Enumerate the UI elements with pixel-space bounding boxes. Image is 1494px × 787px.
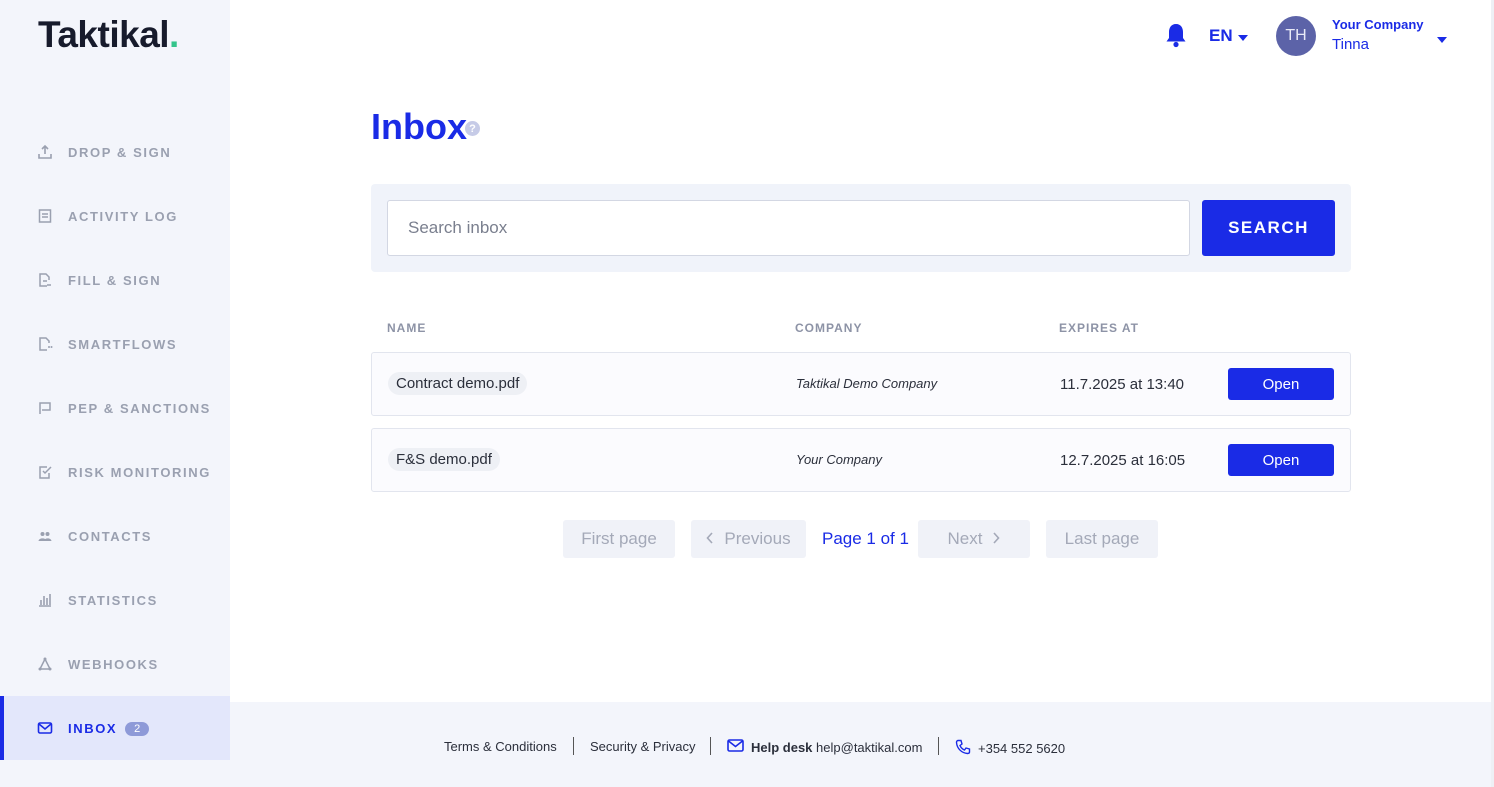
first-page-button[interactable]: First page [563, 520, 675, 558]
taktikal-logo[interactable]: Taktikal. [38, 14, 179, 56]
inbox-count-badge: 2 [125, 721, 150, 736]
sidebar-item-activity-log[interactable]: ACTIVITY LOG [0, 184, 230, 248]
file-name: Contract demo.pdf [388, 372, 528, 395]
sidebar-item-contacts[interactable]: CONTACTS [0, 504, 230, 568]
last-page-button[interactable]: Last page [1046, 520, 1158, 558]
sidebar-item-inbox[interactable]: INBOX 2 [0, 696, 230, 760]
chevron-down-icon [1237, 26, 1248, 46]
avatar[interactable]: TH [1276, 16, 1316, 56]
column-header-expires: EXPIRES AT [1059, 321, 1140, 335]
sidebar-item-label: WEBHOOKS [68, 656, 159, 672]
language-selector[interactable]: EN [1209, 26, 1248, 46]
helpdesk-link[interactable]: Help desk help@taktikal.com [727, 739, 922, 755]
open-button[interactable]: Open [1228, 368, 1334, 400]
logo-text: Taktikal [38, 14, 170, 55]
sidebar-item-pep-sanctions[interactable]: PEP & SANCTIONS [0, 376, 230, 440]
sidebar-item-statistics[interactable]: STATISTICS [0, 568, 230, 632]
open-button[interactable]: Open [1228, 444, 1334, 476]
terms-link[interactable]: Terms & Conditions [444, 739, 557, 754]
sidebar-item-drop-sign[interactable]: DROP & SIGN [0, 120, 230, 184]
mail-icon [727, 739, 744, 755]
page-indicator: Page 1 of 1 [822, 529, 909, 548]
helpdesk-label: Help desk [751, 739, 813, 755]
chevron-left-icon [706, 529, 714, 549]
file-name: F&S demo.pdf [388, 448, 500, 471]
footer: Terms & Conditions Security & Privacy He… [230, 702, 1494, 787]
sidebar-item-label: CONTACTS [68, 528, 153, 544]
sidebar-item-webhooks[interactable]: WEBHOOKS [0, 632, 230, 696]
help-icon[interactable]: ? [465, 121, 480, 136]
previous-page-button[interactable]: Previous [691, 520, 806, 558]
table-row: F&S demo.pdf Your Company 12.7.2025 at 1… [371, 428, 1351, 492]
bell-icon[interactable] [1164, 22, 1188, 48]
expires-at: 12.7.2025 at 16:05 [1060, 452, 1186, 469]
sidebar-item-label: PEP & SANCTIONS [68, 400, 211, 416]
page-title: Inbox [371, 106, 467, 147]
upload-icon [37, 144, 53, 160]
document-list-icon [37, 208, 53, 224]
column-header-name: NAME [387, 321, 427, 335]
search-button[interactable]: SEARCH [1202, 200, 1335, 256]
table-row: Contract demo.pdf Taktikal Demo Company … [371, 352, 1351, 416]
sidebar-item-inbox-label: INBOX [68, 720, 118, 736]
sidebar-item-smartflows[interactable]: SMARTFLOWS [0, 312, 230, 376]
bar-chart-icon [37, 592, 53, 608]
previous-label: Previous [724, 529, 791, 548]
mail-icon [37, 720, 53, 736]
column-header-company: COMPANY [795, 321, 863, 335]
company-name: Taktikal Demo Company [796, 376, 938, 391]
sidebar-item-label: STATISTICS [68, 592, 158, 608]
document-flow-icon [37, 336, 53, 352]
phone-number: +354 552 5620 [978, 741, 1066, 756]
next-page-button[interactable]: Next [918, 520, 1030, 558]
search-panel: SEARCH [371, 184, 1351, 272]
privacy-link[interactable]: Security & Privacy [590, 739, 695, 754]
sidebar-item-fill-sign[interactable]: FILL & SIGN [0, 248, 230, 312]
language-code: EN [1209, 26, 1233, 45]
footer-divider [573, 737, 574, 755]
sidebar-item-label: SMARTFLOWS [68, 336, 178, 352]
webhook-icon [37, 656, 53, 672]
expires-at: 11.7.2025 at 13:40 [1060, 376, 1184, 393]
chevron-down-icon[interactable] [1437, 30, 1447, 48]
search-input[interactable] [387, 200, 1190, 256]
flag-icon [37, 400, 53, 416]
chevron-right-icon [992, 529, 1001, 549]
sidebar-item-label: ACTIVITY LOG [68, 208, 178, 224]
footer-divider [710, 737, 711, 755]
sidebar: Taktikal. DROP & SIGN ACTIVITY LOG FILL … [0, 0, 230, 787]
sidebar-item-risk-monitoring[interactable]: RISK MONITORING [0, 440, 230, 504]
user-company[interactable]: Your Company [1332, 17, 1424, 32]
company-name: Your Company [796, 452, 882, 467]
footer-divider [938, 737, 939, 755]
helpdesk-email: help@taktikal.com [816, 739, 923, 755]
user-name[interactable]: Tinna [1332, 36, 1369, 53]
sidebar-item-label: RISK MONITORING [68, 464, 211, 480]
people-icon [37, 528, 53, 544]
sidebar-item-label: DROP & SIGN [68, 144, 172, 160]
next-label: Next [947, 529, 983, 548]
sidebar-item-label: FILL & SIGN [68, 272, 162, 288]
logo-dot: . [169, 14, 179, 55]
document-edit-icon [37, 272, 53, 288]
checklist-icon [37, 464, 53, 480]
phone-icon [955, 739, 971, 758]
phone-link[interactable]: +354 552 5620 [955, 739, 1065, 758]
sidebar-item-label: INBOX 2 [68, 720, 150, 736]
